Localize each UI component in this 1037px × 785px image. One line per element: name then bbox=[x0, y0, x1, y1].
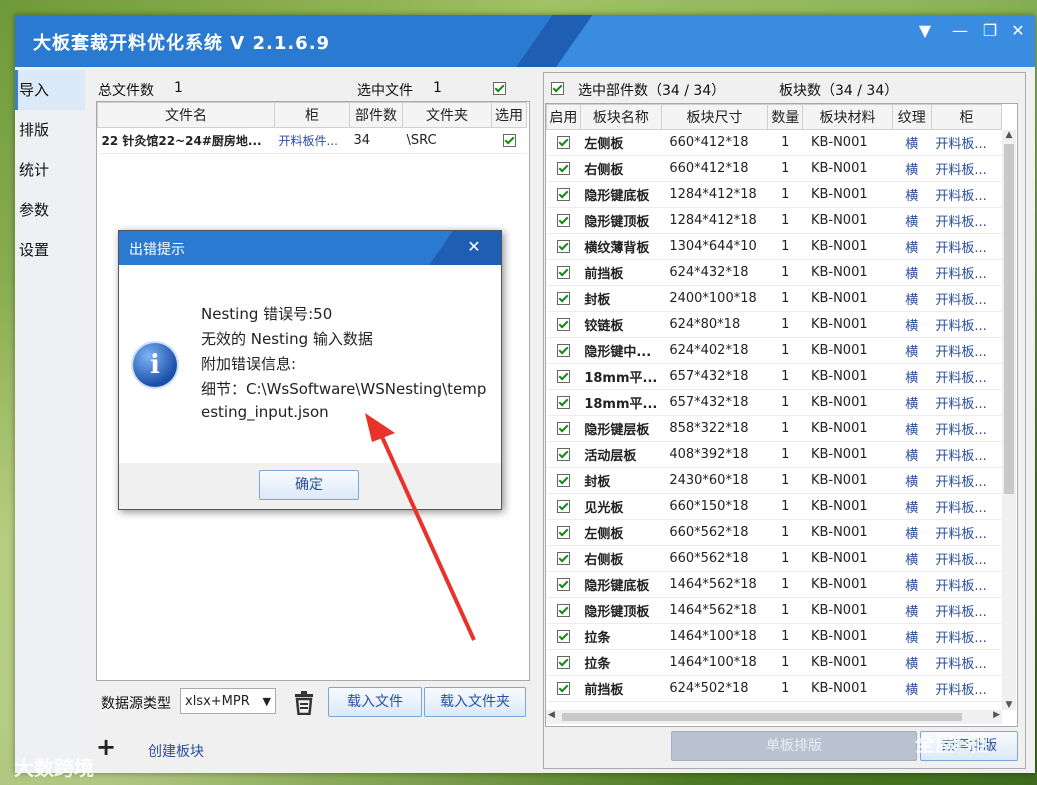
watermark-bottom-left: 大数跨境 bbox=[14, 756, 94, 780]
annotation-arrow bbox=[365, 413, 476, 641]
watermark-bottom-right: 全屋E柜 bbox=[915, 732, 989, 756]
arrow-shaft bbox=[376, 427, 476, 641]
arrow-head bbox=[365, 413, 395, 442]
